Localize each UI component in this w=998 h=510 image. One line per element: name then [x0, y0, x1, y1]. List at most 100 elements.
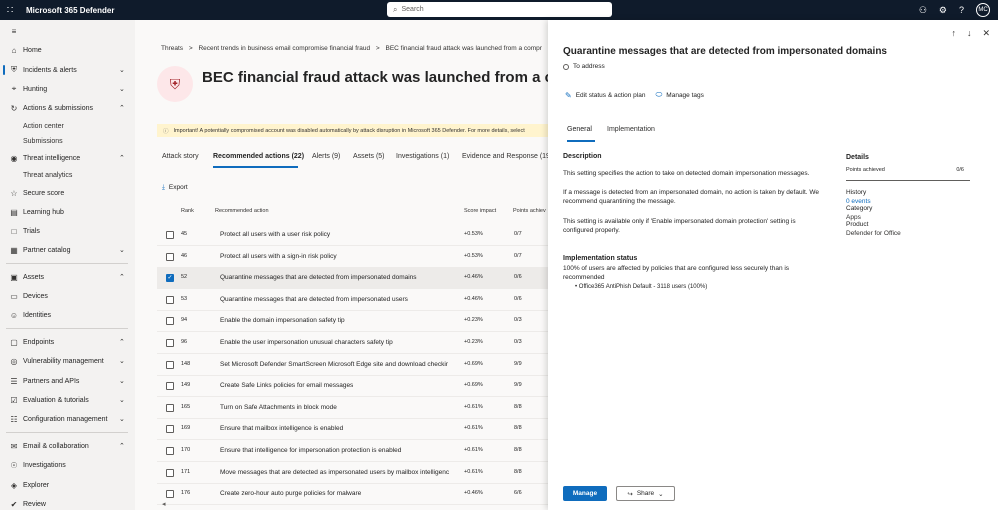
nav-item-devices[interactable]: ▭ Devices [0, 287, 135, 305]
nav-label: Endpoints [23, 338, 55, 346]
table-row[interactable]: 96 Enable the user impersonation unusual … [157, 333, 548, 354]
help-icon[interactable]: ? [959, 5, 964, 15]
row-action-name[interactable]: Create Safe Links policies for email mes… [220, 382, 462, 389]
nav-item-review[interactable]: ✔ Review [0, 495, 135, 510]
edit-status-button[interactable]: ✎ Edit status & action plan [565, 90, 645, 100]
table-row[interactable]: 169 Ensure that mailbox intelligence is e… [157, 419, 548, 441]
waffle-icon[interactable]: ∷ [0, 0, 20, 20]
manage-button[interactable]: Manage [563, 486, 607, 501]
nav-item-threat-intelligence[interactable]: ◉ Threat intelligence ⌃ [0, 149, 135, 167]
nav-item-learning-hub[interactable]: ▤ Learning hub [0, 203, 135, 221]
row-action-name[interactable]: Create zero-hour auto purge policies for… [220, 490, 462, 497]
nav-item-submissions[interactable]: Submissions [0, 132, 135, 150]
search-input[interactable]: ⌕ Search [387, 2, 612, 17]
row-checkbox[interactable] [166, 360, 174, 369]
row-action-name[interactable]: Enable the user impersonation unusual ch… [220, 339, 462, 346]
nav-item-partner-catalog[interactable]: ▦ Partner catalog ⌄ [0, 241, 135, 259]
nav-item-email-collaboration[interactable]: ✉ Email & collaboration ⌃ [0, 437, 135, 455]
gear-icon[interactable]: ⚙ [939, 5, 947, 16]
table-row[interactable]: 171 Move messages that are detected as im… [157, 463, 548, 484]
row-checkbox[interactable] [166, 382, 174, 391]
row-action-name[interactable]: Protect all users with a sign-in risk po… [220, 253, 462, 260]
row-rank: 169 [181, 425, 191, 432]
nav-item-threat-analytics[interactable]: Threat analytics [0, 166, 135, 184]
tab-assets[interactable]: Assets (5) [353, 153, 385, 160]
column-header-rank[interactable]: Rank [181, 208, 194, 214]
tab-recommended-actions[interactable]: Recommended actions (22) [213, 153, 304, 160]
row-action-name[interactable]: Ensure that intelligence for impersonati… [220, 447, 462, 454]
nav-item-secure-score[interactable]: ☆ Secure score [0, 184, 135, 202]
arrow-down-icon[interactable]: ↓ [967, 28, 972, 39]
chevron-down-icon: ⌄ [658, 490, 664, 498]
table-row[interactable]: 148 Set Microsoft Defender SmartScreen Mi… [157, 355, 548, 376]
row-checkbox[interactable] [166, 295, 174, 304]
scroll-left-icon[interactable]: ◂ [162, 500, 166, 508]
arrow-up-icon[interactable]: ↑ [951, 28, 956, 39]
tab-attack-story[interactable]: Attack story [162, 153, 199, 160]
row-action-name[interactable]: Quarantine messages that are detected fr… [220, 296, 462, 303]
nav-collapse-button[interactable]: ≡ [0, 22, 135, 40]
row-action-name[interactable]: Enable the domain impersonation safety t… [220, 317, 462, 324]
row-action-name[interactable]: Protect all users with a user risk polic… [220, 231, 462, 238]
share-button[interactable]: ↪ Share ⌄ [616, 486, 675, 501]
table-row[interactable]: 46 Protect all users with a sign-in risk … [157, 247, 548, 268]
nav-item-hunting[interactable]: ⌖ Hunting ⌄ [0, 80, 135, 98]
tab-evidence[interactable]: Evidence and Response (19) [462, 153, 552, 160]
nav-item-actions[interactable]: ↻ Actions & submissions ⌃ [0, 99, 135, 117]
column-header-action[interactable]: Recommended action [215, 208, 269, 214]
tab-alerts[interactable]: Alerts (9) [312, 153, 340, 160]
nav-item-trials[interactable]: □ Trials [0, 222, 135, 240]
row-action-name[interactable]: Set Microsoft Defender SmartScreen Micro… [220, 361, 462, 368]
nav-item-endpoints[interactable]: ▢ Endpoints ⌃ [0, 333, 135, 351]
breadcrumb-item[interactable]: Recent trends in business email compromi… [198, 45, 370, 52]
table-row[interactable]: 53 Quarantine messages that are detected … [157, 290, 548, 311]
nav-item-configuration[interactable]: ☷ Configuration management ⌄ [0, 410, 135, 428]
nav-item-identities[interactable]: ☺ Identities [0, 306, 135, 324]
nav-item-vulnerability-management[interactable]: ◎ Vulnerability management ⌄ [0, 352, 135, 370]
table-row[interactable]: 176 Create zero-hour auto purge policies … [157, 484, 548, 506]
nav-item-assets[interactable]: ▣ Assets ⌃ [0, 268, 135, 286]
row-checkbox[interactable] [166, 252, 174, 261]
row-action-name[interactable]: Ensure that mailbox intelligence is enab… [220, 425, 462, 432]
tab-implementation[interactable]: Implementation [607, 126, 655, 133]
row-action-name[interactable]: Move messages that are detected as imper… [220, 469, 462, 476]
manage-tags-button[interactable]: ⬭ Manage tags [655, 90, 703, 100]
nav-item-explorer[interactable]: ◈ Explorer [0, 476, 135, 494]
row-checkbox[interactable] [166, 425, 174, 434]
breadcrumb-item[interactable]: Threats [161, 45, 183, 52]
column-header-score[interactable]: Score impact [464, 208, 496, 214]
row-checkbox[interactable] [166, 468, 174, 477]
table-row[interactable]: 45 Protect all users with a user risk pol… [157, 225, 548, 246]
tab-general[interactable]: General [567, 126, 592, 133]
row-checkbox[interactable] [166, 339, 174, 347]
app-title[interactable]: Microsoft 365 Defender [26, 6, 114, 15]
table-row[interactable]: 94 Enable the domain impersonation safety… [157, 311, 548, 333]
nav-item-evaluation[interactable]: ☑ Evaluation & tutorials ⌄ [0, 391, 135, 409]
row-checkbox[interactable] [166, 403, 174, 412]
table-row[interactable]: ✓ 52 Quarantine messages that are detected… [157, 268, 548, 290]
row-checkbox[interactable] [166, 231, 174, 239]
history-link[interactable]: 0 events [846, 198, 970, 205]
export-button[interactable]: ⤓ Export [162, 184, 188, 192]
row-action-name[interactable]: Quarantine messages that are detected fr… [220, 274, 462, 281]
table-row[interactable]: 149 Create Safe Links policies for email … [157, 376, 548, 398]
close-icon[interactable]: ✕ [982, 28, 990, 39]
row-rank: 45 [181, 231, 188, 237]
row-checkbox[interactable]: ✓ [166, 274, 174, 283]
row-checkbox[interactable] [166, 447, 174, 455]
nav-item-incidents[interactable]: ⛨ Incidents & alerts ⌄ [0, 61, 135, 79]
people-icon[interactable]: ⚇ [919, 5, 927, 16]
nav-label: Incidents & alerts [23, 66, 77, 74]
table-row[interactable]: 170 Ensure that intelligence for imperson… [157, 441, 548, 462]
row-checkbox[interactable] [166, 490, 174, 499]
nav-item-partners-apis[interactable]: ☰ Partners and APIs ⌄ [0, 372, 135, 390]
column-header-points[interactable]: Points achiev [513, 208, 546, 214]
tab-investigations[interactable]: Investigations (1) [396, 153, 449, 160]
avatar[interactable]: MC [976, 3, 990, 17]
nav-item-investigations[interactable]: ☉ Investigations [0, 456, 135, 474]
table-row[interactable]: 165 Turn on Safe Attachments in block mod… [157, 398, 548, 419]
row-points: 8/8 [514, 468, 522, 475]
nav-item-home[interactable]: ⌂ Home [0, 41, 135, 59]
row-checkbox[interactable] [166, 317, 174, 326]
row-action-name[interactable]: Turn on Safe Attachments in block mode [220, 404, 462, 411]
